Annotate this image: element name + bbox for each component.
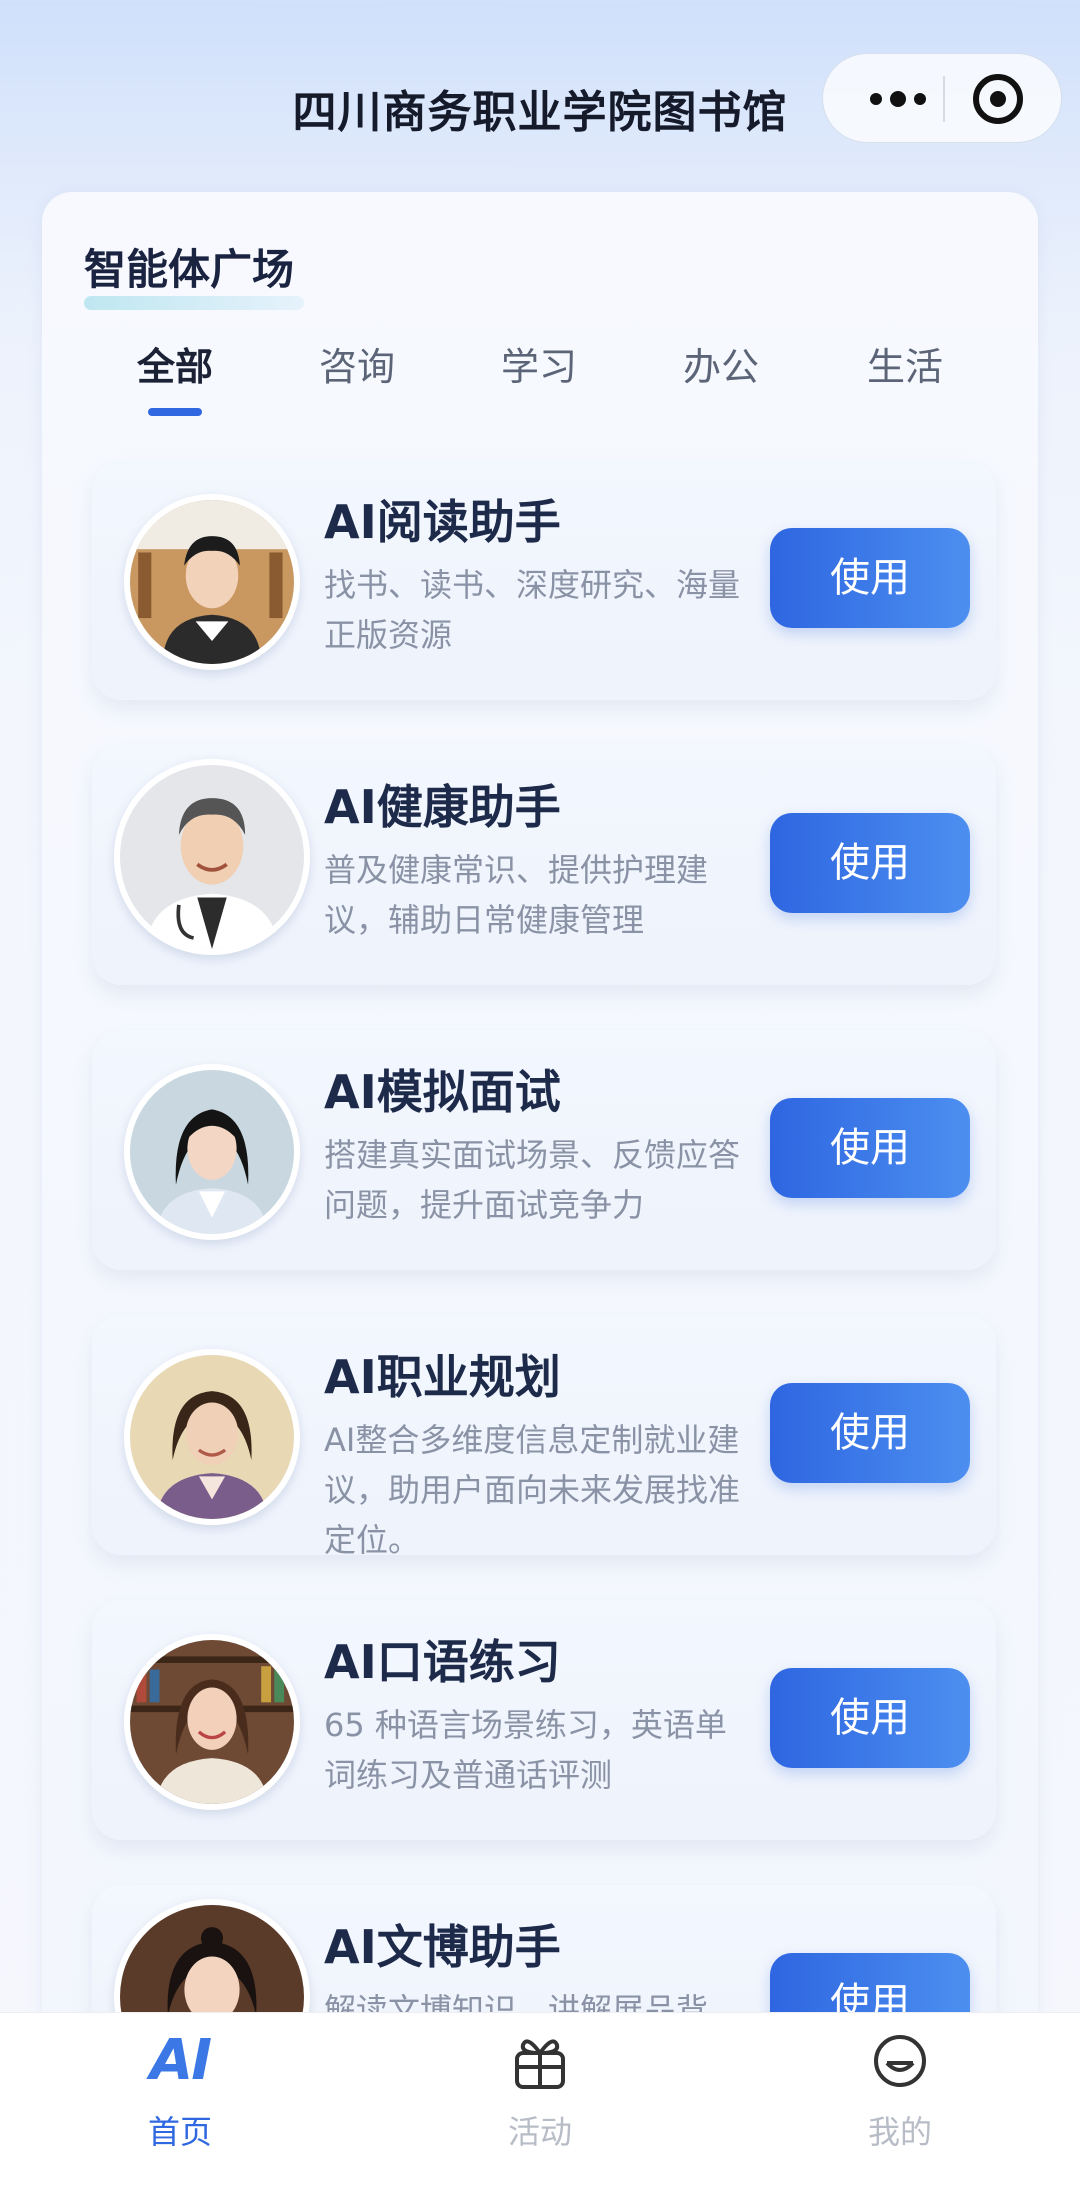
agent-description: 65 种语言场景练习，英语单词练习及普通话评测 [324,1706,727,1794]
use-button[interactable]: 使用 [770,813,970,913]
agent-name: AI口语练习 [324,1635,561,1689]
agent-description: 普及健康常识、提供护理建议，辅助日常健康管理 [324,851,709,939]
use-button[interactable]: 使用 [770,1383,970,1483]
use-button[interactable]: 使用 [770,1098,970,1198]
nav-profile[interactable]: 我的 [800,2031,1000,2153]
career-woman-avatar [124,1349,300,1525]
ai-logo-icon: AI [145,2031,215,2091]
agent-name: AI健康助手 [324,780,561,834]
mini-program-capsule [822,53,1062,143]
nav-activity-label: 活动 [507,2113,572,2151]
agent-description: 找书、读书、深度研究、海量正版资源 [324,566,741,654]
tab-life[interactable]: 生活 [825,336,985,391]
nav-home-label: 首页 [147,2113,212,2151]
young-woman-interview-avatar [124,1064,300,1240]
smiling-woman-bookshelf-avatar [124,1634,300,1810]
agent-name: AI文博助手 [324,1920,561,1974]
nav-profile-label: 我的 [867,2113,932,2151]
agent-card[interactable]: AI阅读助手 找书、读书、深度研究、海量正版资源 使用 [92,460,996,700]
agent-name: AI模拟面试 [324,1065,561,1119]
young-man-library-avatar [124,494,300,670]
active-tab-indicator [148,408,202,416]
section-title-underline [84,296,304,310]
bottom-tab-bar: AI 首页 活动 我的 [0,2012,1080,2185]
tab-study[interactable]: 学习 [459,336,619,391]
agent-name: AI阅读助手 [324,495,561,549]
capsule-divider [943,76,945,122]
ai-logo-text: AI [149,2028,212,2093]
tab-office[interactable]: 办公 [641,336,801,391]
agent-description: AI整合多维度信息定制就业建议，助用户面向未来发展找准定位。 [324,1421,741,1559]
nav-header: 四川商务职业学院图书馆 [0,0,1080,190]
tab-consult[interactable]: 咨询 [277,336,437,391]
gift-icon [505,2031,575,2091]
nav-home[interactable]: AI 首页 [80,2031,280,2153]
use-button[interactable]: 使用 [770,1668,970,1768]
category-tabs: 全部 咨询 学习 办公 生活 [0,336,1080,416]
agent-description: 搭建真实面试场景、反馈应答问题，提升面试竞争力 [324,1136,741,1224]
agent-card[interactable]: AI口语练习 65 种语言场景练习，英语单词练习及普通话评测 使用 [92,1600,996,1840]
close-target-icon[interactable] [973,74,1023,124]
agent-card[interactable]: AI职业规划 AI整合多维度信息定制就业建议，助用户面向未来发展找准定位。 使用 [92,1315,996,1559]
agent-card[interactable]: AI健康助手 普及健康常识、提供护理建议，辅助日常健康管理 使用 [92,745,996,985]
use-button[interactable]: 使用 [770,528,970,628]
nav-activity[interactable]: 活动 [440,2031,640,2153]
agent-name: AI职业规划 [324,1350,561,1404]
profile-face-icon [865,2031,935,2091]
section-title: 智能体广场 [84,245,295,294]
doctor-cartoon-avatar [114,759,310,955]
more-menu-icon[interactable] [853,54,943,144]
agent-card[interactable]: AI模拟面试 搭建真实面试场景、反馈应答问题，提升面试竞争力 使用 [92,1030,996,1270]
tab-all[interactable]: 全部 [95,336,255,391]
